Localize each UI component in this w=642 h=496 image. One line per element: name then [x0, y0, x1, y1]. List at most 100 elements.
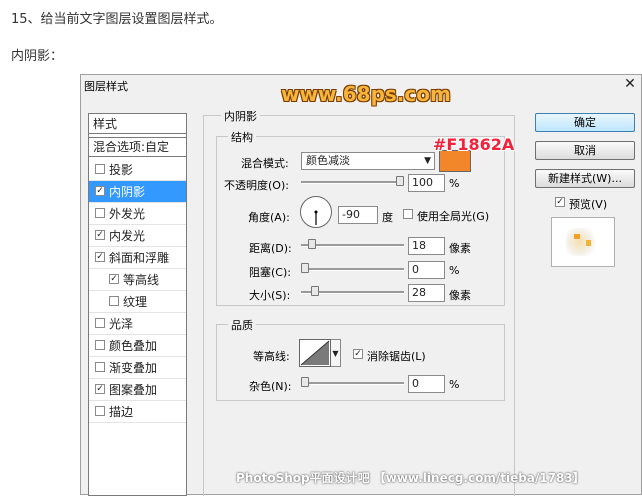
opacity-unit: % — [449, 177, 460, 190]
size-label: 大小(S): — [249, 289, 291, 302]
style-item-label: 内阴影 — [109, 185, 146, 199]
angle-input[interactable]: -90 — [338, 206, 378, 224]
style-item-checkbox[interactable] — [95, 208, 105, 218]
preview-mark — [586, 240, 591, 246]
style-item-label: 投影 — [109, 163, 134, 177]
blend-mode-label: 混合模式: — [241, 157, 289, 170]
style-item-checkbox[interactable]: ✓ — [109, 274, 119, 284]
cancel-button[interactable]: 取消 — [535, 141, 635, 160]
style-item-checkbox[interactable]: ✓ — [95, 384, 105, 394]
styles-panel-header[interactable]: 样式 — [89, 114, 186, 134]
antialias-label: 消除锯齿(L) — [367, 350, 426, 363]
choke-slider-track[interactable] — [301, 268, 404, 271]
style-item[interactable]: 纹理 — [89, 291, 186, 313]
style-item[interactable]: ✓ 内发光 — [89, 225, 186, 247]
choke-unit: % — [449, 264, 460, 277]
distance-slider-track[interactable] — [301, 244, 404, 247]
size-input[interactable]: 28 — [408, 284, 445, 302]
blending-options-item[interactable]: 混合选项:自定 — [89, 137, 186, 157]
style-item-checkbox[interactable] — [95, 362, 105, 372]
style-item-checkbox[interactable] — [95, 406, 105, 416]
style-item-label: 等高线 — [123, 273, 160, 287]
new-style-button[interactable]: 新建样式(W)... — [535, 169, 635, 188]
style-item[interactable]: 光泽 — [89, 313, 186, 335]
style-item-checkbox[interactable] — [95, 164, 105, 174]
size-slider-thumb[interactable] — [311, 286, 320, 296]
ok-button[interactable]: 确定 — [535, 113, 635, 132]
style-item-checkbox[interactable] — [95, 340, 105, 350]
contour-label: 等高线: — [253, 350, 290, 363]
style-item-checkbox[interactable]: ✓ — [95, 186, 105, 196]
global-light-checkbox[interactable] — [403, 209, 413, 219]
style-item[interactable]: 颜色叠加 — [89, 335, 186, 357]
styles-panel: 样式 混合选项:自定 投影 ✓ 内阴影外发光 ✓ 内发光 ✓ 斜面和浮雕 ✓ 等高线纹理光泽颜色… — [88, 113, 187, 496]
distance-unit: 像素 — [449, 242, 471, 255]
opacity-slider-track[interactable] — [301, 181, 404, 184]
style-item[interactable]: ✓ 图案叠加 — [89, 379, 186, 401]
watermark-top: www.68ps.com — [281, 82, 451, 106]
article-step-text: 15、给当前文字图层设置图层样式。 — [11, 12, 223, 27]
style-item-label: 外发光 — [109, 207, 146, 221]
angle-unit: 度 — [382, 211, 393, 224]
chevron-down-icon: ▼ — [424, 156, 431, 166]
color-hex-annotation: #F1862A — [433, 135, 515, 154]
preview-checkbox[interactable]: ✓ — [555, 197, 565, 207]
opacity-input[interactable]: 100 — [408, 174, 445, 192]
article-section-label: 内阴影： — [11, 49, 64, 64]
style-item-label: 斜面和浮雕 — [109, 251, 170, 265]
preview-label: 预览(V) — [569, 198, 608, 211]
style-item[interactable]: 渐变叠加 — [89, 357, 186, 379]
style-item[interactable]: 描边 — [89, 401, 186, 423]
blend-mode-value: 颜色减淡 — [306, 154, 350, 167]
distance-input[interactable]: 18 — [408, 237, 445, 255]
style-item-label: 描边 — [109, 405, 134, 419]
quality-title: 品质 — [228, 317, 256, 333]
angle-label: 角度(A): — [248, 211, 290, 224]
structure-title: 结构 — [228, 129, 256, 145]
antialias-checkbox[interactable]: ✓ — [353, 349, 363, 359]
style-item-label: 内发光 — [109, 229, 146, 243]
watermark-bottom: PhotoShop平面设计吧 【www.linecg.com/tieba/178… — [236, 471, 585, 485]
opacity-slider-thumb[interactable] — [396, 176, 404, 186]
style-item[interactable]: 外发光 — [89, 203, 186, 225]
distance-slider-thumb[interactable] — [307, 239, 316, 249]
layer-style-dialog: 图层样式 ✕ www.68ps.com 样式 混合选项:自定 投影 ✓ 内阴影外发光… — [80, 74, 642, 496]
noise-unit: % — [449, 378, 460, 391]
preview-swatch — [566, 228, 600, 256]
global-light-label: 使用全局光(G) — [417, 210, 490, 223]
style-item-label: 渐变叠加 — [109, 361, 158, 375]
size-unit: 像素 — [449, 289, 471, 302]
distance-label: 距离(D): — [249, 242, 292, 255]
style-item-label: 图案叠加 — [109, 383, 158, 397]
dialog-title: 图层样式 — [84, 80, 128, 93]
style-preview-thumbnail — [551, 217, 615, 267]
style-item[interactable]: ✓ 内阴影 — [89, 181, 186, 203]
contour-preview[interactable] — [299, 339, 331, 367]
close-icon[interactable]: ✕ — [622, 76, 638, 92]
noise-slider-track[interactable] — [301, 382, 404, 385]
angle-dial-needle — [314, 210, 318, 225]
choke-slider-thumb[interactable] — [301, 263, 309, 273]
contour-curve-icon — [300, 340, 330, 366]
inner-shadow-title: 内阴影 — [221, 108, 260, 124]
angle-dial[interactable] — [300, 196, 332, 228]
choke-input[interactable]: 0 — [408, 261, 445, 279]
style-item-checkbox[interactable] — [95, 318, 105, 328]
style-item-label: 颜色叠加 — [109, 339, 158, 353]
noise-input[interactable]: 0 — [408, 375, 445, 393]
choke-label: 阻塞(C): — [249, 266, 291, 279]
style-item-label: 光泽 — [109, 317, 134, 331]
style-item[interactable]: ✓ 斜面和浮雕 — [89, 247, 186, 269]
style-item-checkbox[interactable] — [109, 296, 119, 306]
style-item[interactable]: ✓ 等高线 — [89, 269, 186, 291]
contour-dropdown-chevron-down-icon[interactable]: ▼ — [331, 339, 341, 367]
noise-slider-thumb[interactable] — [301, 377, 309, 387]
style-item-label: 纹理 — [123, 295, 148, 309]
noise-label: 杂色(N): — [249, 380, 292, 393]
opacity-label: 不透明度(O): — [224, 179, 289, 192]
style-item-checkbox[interactable]: ✓ — [95, 230, 105, 240]
blend-mode-select[interactable]: 颜色减淡 ▼ — [301, 152, 435, 170]
style-item[interactable]: 投影 — [89, 159, 186, 181]
preview-mark — [574, 234, 580, 239]
style-item-checkbox[interactable]: ✓ — [95, 252, 105, 262]
